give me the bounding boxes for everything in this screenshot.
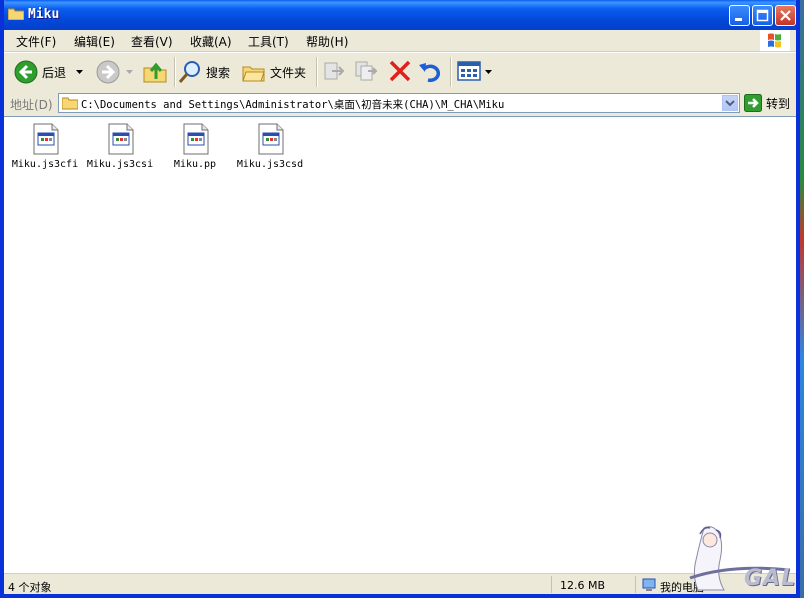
- status-count-cell: 4 个对象: [4, 576, 552, 594]
- file-name: Miku.pp: [173, 159, 217, 170]
- copy-to-button[interactable]: [354, 59, 380, 85]
- folders-label: 文件夹: [270, 66, 307, 80]
- file-item[interactable]: Miku.js3csd: [233, 123, 307, 183]
- go-arrow-icon: [744, 94, 762, 112]
- object-count: 4 个对象: [8, 581, 52, 594]
- minimize-icon: [735, 18, 742, 21]
- close-icon: [780, 10, 791, 21]
- folders-icon: [242, 66, 265, 82]
- file-name: Miku.js3cfi: [11, 159, 79, 170]
- toolbar-separator: [316, 57, 318, 87]
- toolbar-separator: [450, 57, 452, 87]
- back-label: 后退: [42, 66, 67, 80]
- menu-bar: 文件(F) 编辑(E) 查看(V) 收藏(A) 工具(T) 帮助(H): [4, 30, 796, 52]
- back-button[interactable]: 后退: [12, 59, 88, 85]
- total-size: 12.6 MB: [560, 579, 606, 592]
- my-computer-icon: [642, 578, 656, 591]
- maximize-button[interactable]: [752, 5, 773, 26]
- address-label: 地址(D): [10, 98, 53, 112]
- chevron-down-icon: [126, 70, 133, 74]
- folder-icon: [62, 97, 78, 110]
- document-icon: [108, 123, 134, 155]
- explorer-window: Miku 文件(F) 编辑(E) 查看(V) 收藏(A) 工具(T) 帮助(H): [0, 0, 800, 598]
- watermark-logo: GAL: [660, 522, 800, 594]
- file-name: Miku.js3csd: [236, 159, 304, 170]
- standard-toolbar: 后退 搜索 文件夹: [4, 52, 796, 92]
- delete-button[interactable]: [388, 59, 412, 85]
- move-to-icon: [324, 62, 345, 80]
- windows-logo-icon: [760, 30, 790, 51]
- back-arrow-icon: [14, 60, 38, 84]
- delete-x-icon: [389, 60, 411, 82]
- file-item[interactable]: Miku.js3cfi: [8, 123, 82, 183]
- views-button[interactable]: [456, 59, 494, 85]
- document-icon: [258, 123, 284, 155]
- document-icon: [33, 123, 59, 155]
- search-label: 搜索: [206, 66, 231, 80]
- document-icon: [183, 123, 209, 155]
- file-list-view[interactable]: Miku.js3cfi Miku.js3csi Miku.pp Miku.js3…: [4, 116, 796, 573]
- watermark-text: GAL: [744, 566, 797, 591]
- maximize-icon: [756, 9, 769, 22]
- menu-help[interactable]: 帮助(H): [306, 33, 348, 50]
- window-title: Miku: [28, 7, 60, 22]
- search-button[interactable]: 搜索: [178, 59, 238, 85]
- address-input[interactable]: C:\Documents and Settings\Administrator\…: [58, 93, 740, 113]
- status-size-cell: 12.6 MB: [554, 576, 636, 593]
- menu-favorites[interactable]: 收藏(A): [190, 33, 232, 50]
- up-folder-button[interactable]: [142, 59, 170, 85]
- views-icon: [457, 61, 481, 81]
- undo-button[interactable]: [418, 59, 444, 85]
- forward-arrow-icon: [96, 60, 120, 84]
- copy-to-icon: [355, 61, 378, 81]
- undo-icon: [419, 63, 440, 83]
- address-dropdown-button[interactable]: [722, 95, 738, 111]
- menu-view[interactable]: 查看(V): [131, 33, 173, 50]
- up-folder-icon: [143, 62, 167, 83]
- go-label: 转到: [766, 97, 791, 111]
- address-bar: 地址(D) C:\Documents and Settings\Administ…: [4, 91, 796, 115]
- search-icon: [178, 61, 200, 83]
- file-item[interactable]: Miku.pp: [158, 123, 232, 183]
- menu-edit[interactable]: 编辑(E): [74, 33, 115, 50]
- forward-button[interactable]: [94, 59, 134, 85]
- toolbar-separator: [174, 57, 176, 87]
- close-button[interactable]: [775, 5, 796, 26]
- menu-tools[interactable]: 工具(T): [248, 33, 289, 50]
- file-item[interactable]: Miku.js3csi: [83, 123, 157, 183]
- file-name: Miku.js3csi: [86, 159, 154, 170]
- minimize-button[interactable]: [729, 5, 750, 26]
- desktop-edge: [800, 0, 804, 598]
- move-to-button[interactable]: [322, 59, 348, 85]
- folder-icon: [8, 8, 24, 20]
- chevron-down-icon: [725, 100, 735, 107]
- title-bar[interactable]: Miku: [0, 0, 800, 30]
- address-path: C:\Documents and Settings\Administrator\…: [81, 99, 505, 111]
- folders-button[interactable]: 文件夹: [242, 59, 312, 85]
- menu-file[interactable]: 文件(F): [16, 33, 56, 50]
- chevron-down-icon: [485, 70, 492, 74]
- go-button[interactable]: 转到: [744, 94, 794, 112]
- chevron-down-icon: [76, 70, 83, 74]
